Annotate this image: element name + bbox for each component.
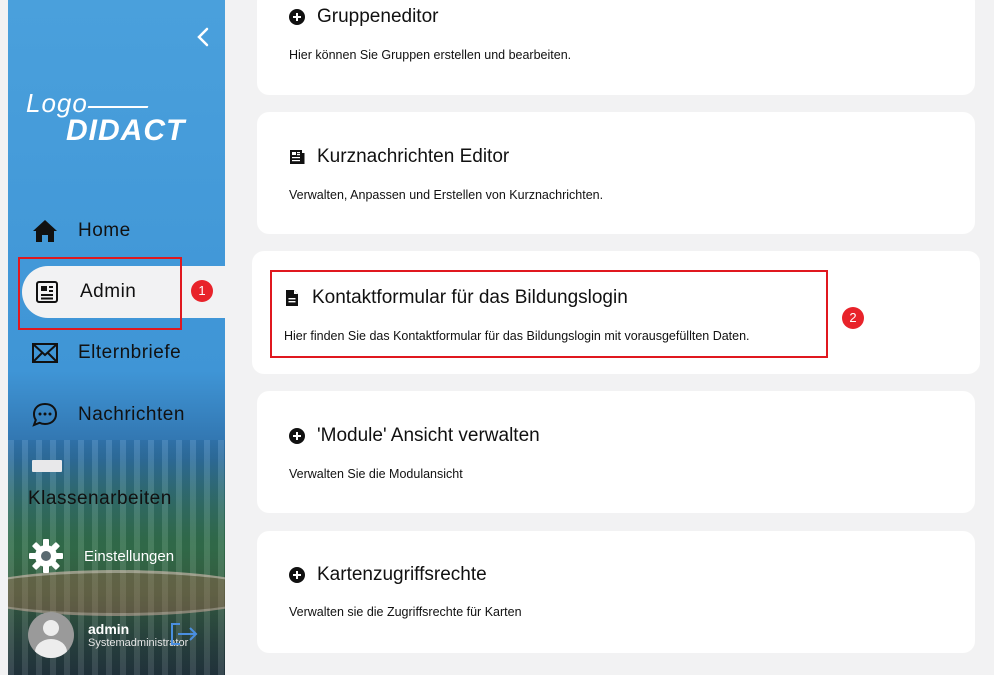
plus-circle-icon [289,428,305,444]
card-gruppeneditor[interactable]: Gruppeneditor Hier können Sie Gruppen er… [257,0,975,95]
card-title: Kartenzugriffsrechte [317,564,487,585]
app-logo: Logo DIDACT [26,88,186,147]
logout-icon [171,623,198,645]
card-description: Verwalten Sie die Modulansicht [289,467,463,481]
envelope-icon [30,338,60,368]
running-track-decoration [8,570,225,616]
card-module-ansicht[interactable]: 'Module' Ansicht verwalten Verwalten Sie… [257,391,975,513]
sidebar-item-label: Klassenarbeiten [28,488,172,509]
gear-icon [28,538,64,574]
avatar [28,612,74,658]
sidebar-item-elternbriefe[interactable]: Elternbriefe [20,327,225,379]
logout-button[interactable] [168,620,200,648]
annotation-number-1: 1 [191,280,213,302]
sidebar-item-label: Nachrichten [78,404,185,425]
annotation-number-2: 2 [842,307,864,329]
sidebar-item-einstellungen[interactable]: Einstellungen [28,538,174,574]
plus-circle-icon [289,567,305,583]
card-title: Kurznachrichten Editor [317,146,510,167]
klassenarbeiten-thumbnail [32,460,62,472]
sidebar: Logo DIDACT Home Admin Elternbriefe Nach… [8,0,225,675]
sidebar-item-home[interactable]: Home [20,205,225,257]
newspaper-icon [289,149,305,165]
sidebar-item-label: Einstellungen [84,547,175,565]
sidebar-item-label: Elternbriefe [78,342,182,363]
card-description: Verwalten sie die Zugriffsrechte für Kar… [289,605,522,619]
card-kartenzugriffsrechte[interactable]: Kartenzugriffsrechte Verwalten sie die Z… [257,531,975,653]
card-title: 'Module' Ansicht verwalten [317,425,540,446]
home-icon [30,216,60,246]
user-profile[interactable]: admin Systemadministrator [28,612,198,658]
highlight-box-kontaktformular [270,270,828,358]
chevron-left-icon [197,27,209,47]
card-description: Hier können Sie Gruppen erstellen und be… [289,48,572,62]
logo-swoosh [87,106,149,108]
card-title: Gruppeneditor [317,6,439,27]
sidebar-item-klassenarbeiten[interactable]: Klassenarbeiten [28,460,218,510]
chat-bubble-icon [30,400,60,430]
plus-circle-icon [289,9,305,25]
sidebar-item-nachrichten[interactable]: Nachrichten [20,389,225,441]
highlight-box-admin [18,257,182,330]
card-description: Verwalten, Anpassen und Erstellen von Ku… [289,188,604,202]
collapse-sidebar-button[interactable] [194,26,214,48]
card-kurznachrichten-editor[interactable]: Kurznachrichten Editor Verwalten, Anpass… [257,112,975,234]
sidebar-item-label: Home [78,220,131,241]
